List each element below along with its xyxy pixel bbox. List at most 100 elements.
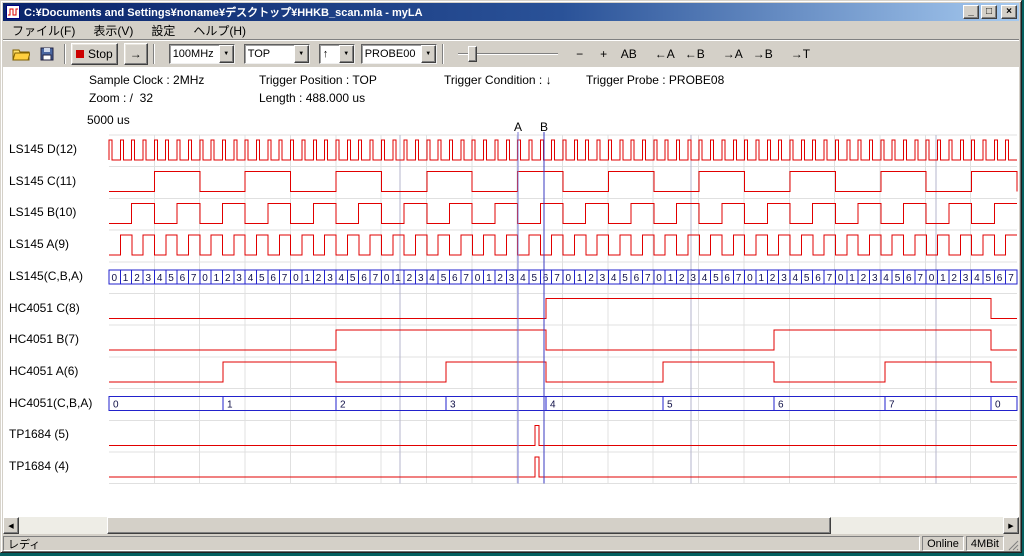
set-cursor-b-button[interactable]: ←B [680,43,710,65]
bus-value: 6 [997,273,1003,284]
horizontal-scrollbar[interactable]: ◀ ▶ [3,517,1019,534]
bus-value: 1 [486,273,492,284]
waveform-trace [109,140,1017,160]
scroll-left-button[interactable]: ◀ [3,517,19,534]
bus-value: 5 [986,273,992,284]
slider-thumb[interactable] [468,46,477,62]
resize-grip[interactable] [1006,536,1019,551]
waveform-trace [109,235,1017,255]
bus-value: 4 [702,273,708,284]
bus-value: 3 [327,273,333,284]
bus-value: 6 [180,273,186,284]
run-button[interactable]: → [124,43,148,65]
trigger-edge-value: ↑ [320,48,339,60]
trigger-position-value: TOP [245,48,294,60]
statusbar: レディ Online 4MBit [3,535,1019,552]
chevron-down-icon[interactable]: ▼ [294,45,309,63]
menu-help[interactable]: ヘルプ(H) [184,20,255,41]
save-button[interactable] [35,43,59,65]
stop-button[interactable]: Stop [71,43,118,65]
bus-value: 5 [168,273,174,284]
open-button[interactable] [7,43,35,65]
bus-value: 3 [450,400,456,411]
status-message: レディ [3,536,920,551]
goto-trigger-button[interactable]: →T [786,43,815,65]
goto-cursor-b-button[interactable]: →B [748,43,778,65]
bus-value: 2 [770,273,776,284]
bus-value: 2 [861,273,867,284]
bus-value: 7 [736,273,742,284]
bus-value: 6 [724,273,730,284]
window-title: C:¥Documents and Settings¥noname¥デスクトップ¥… [24,4,961,20]
toolbar-separator [442,44,444,64]
waveform-trace [109,203,1017,223]
bus-value: 5 [441,273,447,284]
set-cursor-a-button[interactable]: ←A [650,43,680,65]
bus-value: 4 [157,273,163,284]
bus-value: 3 [146,273,152,284]
scrollbar-thumb[interactable] [107,517,831,534]
waveform-panel: Sample Clock : 2MHz Trigger Position : T… [3,67,1019,517]
floppy-icon [40,47,54,61]
bus-value: 4 [339,273,345,284]
trigger-probe-value: PROBE00 [362,48,421,60]
trigger-probe-select[interactable]: PROBE00 ▼ [361,44,437,64]
menu-settings[interactable]: 設定 [142,20,184,41]
bus-value: 3 [690,273,696,284]
bus-value: 7 [889,400,895,411]
bus-value: 1 [759,273,765,284]
bus-value: 1 [668,273,674,284]
bus-value: 2 [588,273,594,284]
bus-value: 0 [995,400,1001,411]
zoom-slider[interactable] [456,44,560,64]
scroll-right-button[interactable]: ▶ [1003,517,1019,534]
bus-value: 5 [804,273,810,284]
bus-value: 6 [906,273,912,284]
cursor-ab-button[interactable]: AB [616,43,642,65]
sample-clock-select[interactable]: 100MHz ▼ [169,44,235,64]
bus-value: 0 [293,273,299,284]
bus-value: 1 [304,273,310,284]
chevron-down-icon[interactable]: ▼ [219,45,234,63]
stop-label: Stop [88,47,113,61]
bus-value: 3 [418,273,424,284]
minimize-button[interactable]: _ [963,5,979,19]
bus-value: 6 [452,273,458,284]
titlebar[interactable]: C:¥Documents and Settings¥noname¥デスクトップ¥… [3,3,1019,21]
bus-value: 5 [259,273,265,284]
bus-value: 7 [554,273,560,284]
menu-view[interactable]: 表示(V) [84,20,142,41]
bus-value: 7 [463,273,469,284]
zoom-out-button[interactable]: − [568,43,592,65]
bus-value: 1 [227,400,233,411]
chevron-down-icon[interactable]: ▼ [421,45,436,63]
bus-value: 1 [577,273,583,284]
online-status: Online [922,536,964,551]
bus-value: 4 [793,273,799,284]
bus-value: 1 [395,273,401,284]
app-window: C:¥Documents and Settings¥noname¥デスクトップ¥… [0,0,1022,553]
bus-value: 2 [225,273,231,284]
bus-value: 0 [112,273,118,284]
bus-value: 3 [963,273,969,284]
bus-value: 5 [667,400,673,411]
bus-value: 7 [373,273,379,284]
memory-status: 4MBit [966,536,1004,551]
menu-file[interactable]: ファイル(F) [3,20,84,41]
bus-value: 0 [838,273,844,284]
maximize-button[interactable]: □ [981,5,997,19]
toolbar-separator [153,44,155,64]
scrollbar-track[interactable] [19,517,1003,534]
bus-value: 7 [645,273,651,284]
close-button[interactable]: × [1001,5,1017,19]
zoom-in-button[interactable]: + [592,43,616,65]
bus-value: 0 [475,273,481,284]
chevron-down-icon[interactable]: ▼ [339,45,354,63]
trigger-position-select[interactable]: TOP ▼ [244,44,310,64]
sample-clock-value: 100MHz [170,48,219,60]
trigger-edge-select[interactable]: ↑ ▼ [319,44,355,64]
goto-cursor-a-button[interactable]: →A [718,43,748,65]
bus-value: 7 [917,273,923,284]
waveform-svg: 0123456701234567012345670123456701234567… [3,67,1019,517]
bus-value: 2 [340,400,346,411]
